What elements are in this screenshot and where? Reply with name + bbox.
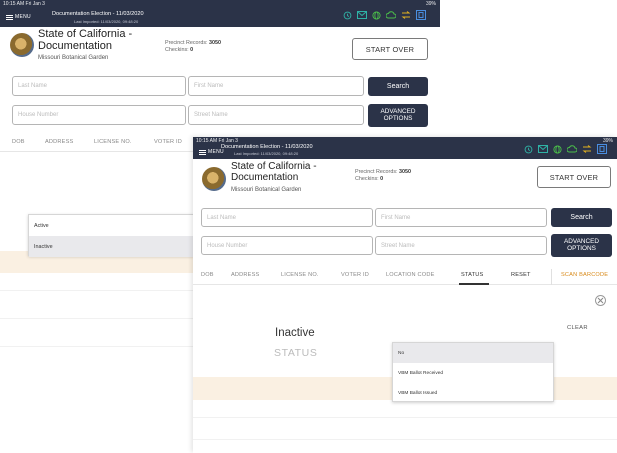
column-address[interactable]: ADDRESS xyxy=(45,139,73,145)
dropdown-option-inactive[interactable]: Inactive xyxy=(29,236,193,257)
column-license-no[interactable]: LICENSE NO. xyxy=(281,272,319,278)
dropdown-option-vbm-issued[interactable]: VBM Ballot Issued xyxy=(393,383,553,403)
status-filter-value: Inactive xyxy=(275,327,315,339)
checkins-label: Checkins: xyxy=(165,47,189,54)
start-over-button[interactable]: START OVER xyxy=(352,38,428,60)
history-icon[interactable] xyxy=(524,145,533,154)
precinct-records-value: 3050 xyxy=(399,169,412,175)
mail-icon[interactable] xyxy=(538,145,548,153)
search-button[interactable]: Search xyxy=(368,77,428,96)
street-name-input[interactable]: Street Name xyxy=(375,236,547,255)
advanced-options-button[interactable]: ADVANCED OPTIONS xyxy=(551,234,612,257)
clear-button[interactable]: CLEAR xyxy=(567,325,588,331)
state-seal-logo xyxy=(202,167,226,191)
status-dropdown: Active Inactive xyxy=(28,214,194,257)
column-status[interactable]: STATUS xyxy=(461,272,483,278)
polling-location: Missouri Botanical Garden xyxy=(38,55,109,61)
column-divider xyxy=(551,269,552,285)
last-imported: Last Imported: 11/03/2020, 09:48:20 xyxy=(234,151,299,156)
last-name-input[interactable]: Last Name xyxy=(12,76,186,96)
history-icon[interactable] xyxy=(343,11,352,20)
status-time: 10:15 AM Fri Jan 3 xyxy=(3,1,45,7)
sync-icon[interactable] xyxy=(582,145,592,153)
house-number-input[interactable]: House Number xyxy=(12,105,186,125)
column-voter-id[interactable]: VOTER ID xyxy=(154,139,182,145)
column-dob[interactable]: DOB xyxy=(201,272,214,278)
vbm-dropdown: No VBM Ballot Received VBM Ballot Issued xyxy=(392,342,554,402)
menu-button[interactable]: MENU xyxy=(6,14,31,20)
status-filter-label: STATUS xyxy=(274,347,318,359)
hamburger-icon xyxy=(6,14,13,20)
reset-button[interactable]: RESET xyxy=(511,272,531,278)
column-voter-id[interactable]: VOTER ID xyxy=(341,272,369,278)
close-icon[interactable] xyxy=(595,295,606,306)
precinct-summary: Precinct Records: 3050 Checkins: 0 xyxy=(165,40,221,54)
page-title: State of California - Documentation xyxy=(231,161,317,183)
scan-barcode-button[interactable]: SCAN BARCODE xyxy=(561,272,608,278)
election-title: Documentation Election - 11/03/2020 xyxy=(52,11,144,17)
globe-icon[interactable] xyxy=(553,144,562,154)
cloud-upload-icon[interactable] xyxy=(386,10,396,20)
checkins-value: 0 xyxy=(380,176,384,183)
device-icon[interactable] xyxy=(597,144,607,154)
menu-label: MENU xyxy=(15,14,31,20)
battery-level: 39% xyxy=(425,1,436,7)
checkins-label: Checkins: xyxy=(355,176,379,183)
state-seal-logo xyxy=(10,33,34,57)
foreground-screenshot: 10:15 AM Fri Jan 3 39% MENU Documentatio… xyxy=(193,137,617,453)
precinct-summary: Precinct Records: 3050 Checkins: 0 xyxy=(355,169,411,183)
mail-icon[interactable] xyxy=(357,11,367,19)
sync-icon[interactable] xyxy=(401,11,411,19)
precinct-records-value: 3050 xyxy=(209,40,222,46)
first-name-input[interactable]: First Name xyxy=(188,76,364,96)
column-location-code[interactable]: LOCATION CODE xyxy=(386,272,435,278)
column-dob[interactable]: DOB xyxy=(12,139,25,145)
cloud-upload-icon[interactable] xyxy=(567,144,577,154)
street-name-input[interactable]: Street Name xyxy=(188,105,364,125)
nav-icon-group xyxy=(343,10,426,20)
precinct-records-label: Precinct Records: xyxy=(165,40,208,46)
device-icon[interactable] xyxy=(416,10,426,20)
row-divider xyxy=(193,439,617,440)
house-number-input[interactable]: House Number xyxy=(201,236,373,255)
nav-bar: 10:15 AM Fri Jan 3 39% MENU Documentatio… xyxy=(193,137,617,159)
page-title: State of California - Documentation xyxy=(38,28,133,52)
column-address[interactable]: ADDRESS xyxy=(231,272,259,278)
nav-icon-group xyxy=(524,144,607,154)
start-over-button[interactable]: START OVER xyxy=(537,166,611,188)
hamburger-icon xyxy=(199,149,206,155)
active-tab-indicator xyxy=(459,283,489,285)
first-name-input[interactable]: First Name xyxy=(375,208,547,227)
checkins-value: 0 xyxy=(190,47,194,54)
precinct-records-label: Precinct Records: xyxy=(355,169,398,175)
last-name-input[interactable]: Last Name xyxy=(201,208,373,227)
election-title: Documentation Election - 11/03/2020 xyxy=(221,144,313,150)
column-license-no[interactable]: LICENSE NO. xyxy=(94,139,132,145)
dropdown-option-active[interactable]: Active xyxy=(29,215,193,236)
search-button[interactable]: Search xyxy=(551,208,612,227)
dropdown-option-no[interactable]: No xyxy=(393,343,553,363)
polling-location: Missouri Botanical Garden xyxy=(231,187,302,193)
nav-bar: 10:15 AM Fri Jan 3 39% MENU Documentatio… xyxy=(0,0,440,27)
dropdown-option-vbm-received[interactable]: VBM Ballot Received xyxy=(393,363,553,383)
row-divider xyxy=(193,417,617,418)
advanced-options-button[interactable]: ADVANCED OPTIONS xyxy=(368,104,428,127)
last-imported: Last Imported: 11/03/2020, 09:48:20 xyxy=(74,19,139,24)
filter-columns: DOB ADDRESS LICENSE NO. VOTER ID LOCATIO… xyxy=(193,269,617,285)
globe-icon[interactable] xyxy=(372,10,381,20)
